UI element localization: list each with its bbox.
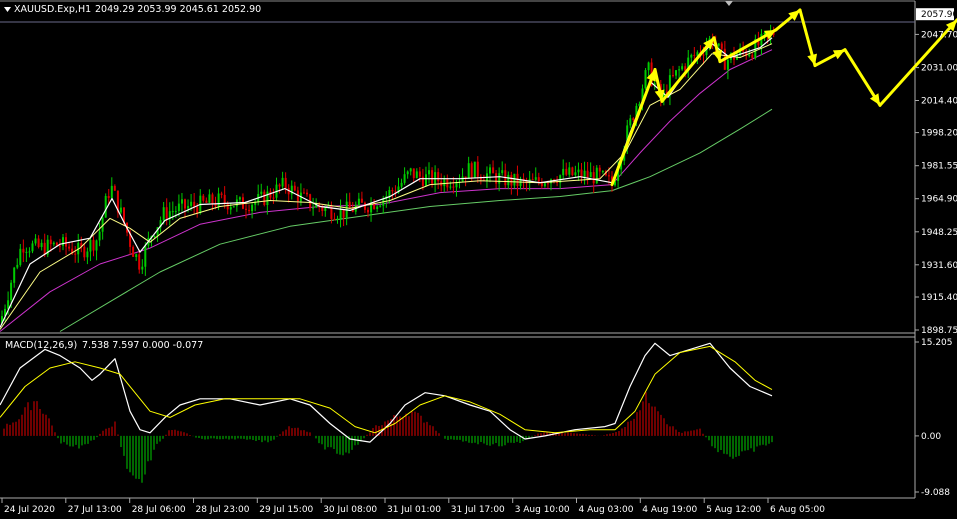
time-tick-label: 31 Jul 17:00: [451, 505, 505, 515]
current-price-label: 2057.90: [921, 10, 957, 20]
price-tick-label: 1998.20: [921, 129, 957, 139]
price-tick-label: 2047.70: [921, 30, 957, 40]
time-tick-label: 28 Jul 06:00: [132, 505, 186, 515]
price-tick-label: 1948.25: [921, 228, 957, 238]
time-tick-label: 5 Aug 12:00: [706, 505, 761, 515]
price-tick-label: 2014.40: [921, 97, 957, 107]
time-tick-label: 31 Jul 01:00: [387, 505, 441, 515]
candle: [473, 161, 476, 179]
candle: [644, 68, 647, 90]
candle: [104, 193, 107, 218]
price-tick-label: 1915.40: [921, 293, 957, 303]
macd-name-label: MACD(12,26,9): [5, 340, 77, 351]
time-tick-label: 24 Jul 2020: [4, 505, 55, 515]
price-tick-label: 1981.55: [921, 162, 957, 172]
time-tick-label: 27 Jul 13:00: [68, 505, 122, 515]
macd-tick-label: -9.088: [921, 488, 950, 498]
symbol-label: XAUUSD.Exp,H1: [14, 4, 91, 15]
macd-tick-label: 0.00: [921, 432, 941, 442]
time-tick-label: 28 Jul 23:00: [196, 505, 250, 515]
price-tick-label: 1964.90: [921, 195, 957, 205]
candle: [132, 245, 135, 257]
candle: [571, 166, 574, 177]
price-tick-label: 2031.00: [921, 64, 957, 74]
time-tick-label: 3 Aug 10:00: [515, 505, 570, 515]
price-tick-label: 1931.60: [921, 261, 957, 271]
candle: [595, 165, 598, 184]
macd-values-label: 7.538 7.597 0.000 -0.077: [82, 340, 203, 351]
time-tick-label: 4 Aug 03:00: [579, 505, 634, 515]
price-chart-window: XAUUSD.Exp,H1 2049.29 2053.99 2045.61 20…: [0, 0, 957, 519]
price-tick-label: 1898.75: [921, 326, 957, 336]
ohlc-values: 2049.29 2053.99 2045.61 2052.90: [95, 4, 261, 15]
candle: [263, 189, 266, 207]
macd-tick-label: 15.205: [921, 338, 953, 348]
time-tick-label: 29 Jul 15:00: [259, 505, 313, 515]
time-tick-label: 30 Jul 08:00: [323, 505, 377, 515]
time-tick-label: 4 Aug 19:00: [642, 505, 697, 515]
time-tick-label: 6 Aug 05:00: [770, 505, 825, 515]
